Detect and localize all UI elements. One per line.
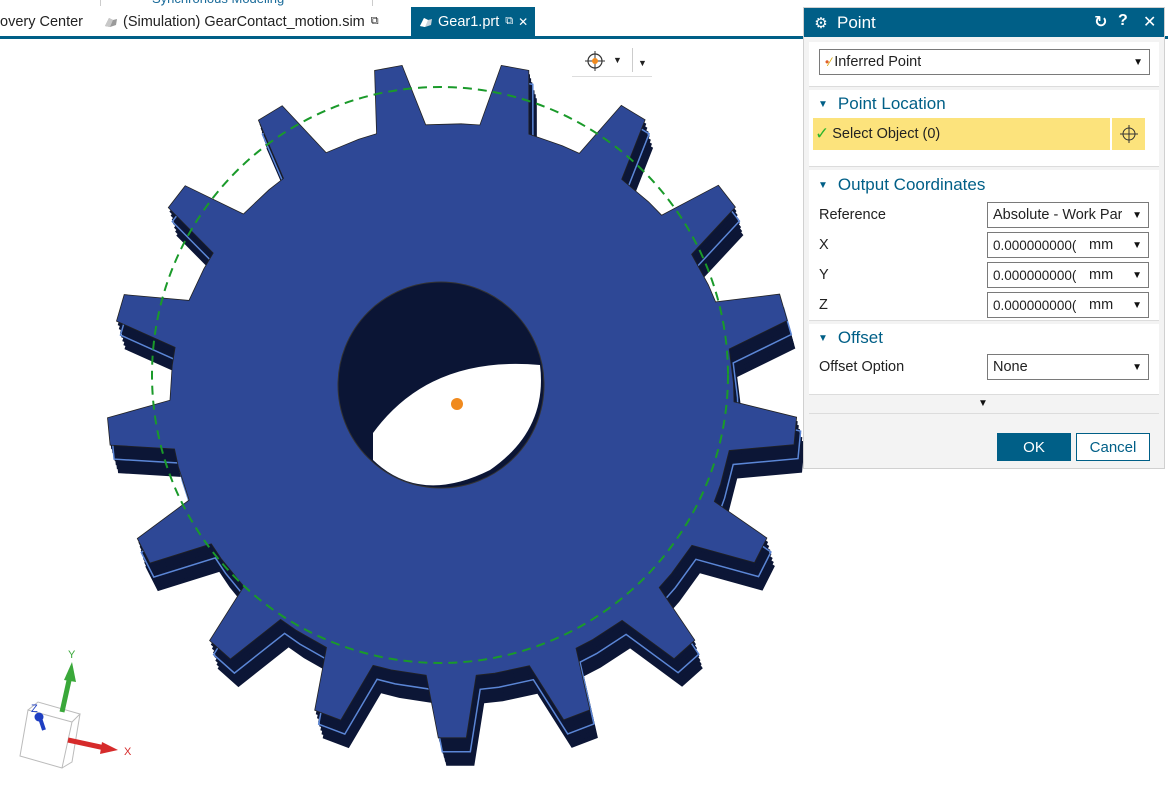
reference-dropdown[interactable]: Absolute - Work Par ▼ <box>987 202 1149 228</box>
offset-option-value: None <box>993 359 1028 375</box>
x-label: X <box>819 237 829 253</box>
dropdown-arrow-icon[interactable]: ▼ <box>1132 270 1142 281</box>
crosshair-icon <box>1119 125 1138 143</box>
reset-button[interactable]: ↻ <box>1094 12 1107 32</box>
point-type-value: Inferred Point <box>834 54 922 70</box>
x-coordinate-row: X 0.000000000( mm ▼ <box>809 230 1159 260</box>
z-coordinate-input[interactable]: 0.000000000( mm ▼ <box>987 292 1149 318</box>
y-coordinate-input[interactable]: 0.000000000( mm ▼ <box>987 262 1149 288</box>
bore-hole <box>337 281 545 489</box>
x-coordinate-input[interactable]: 0.000000000( mm ▼ <box>987 232 1149 258</box>
select-object-row: ✓ Select Object (0) <box>809 118 1159 152</box>
x-unit: mm <box>1089 237 1114 253</box>
reference-row: Reference Absolute - Work Par ▼ <box>809 200 1159 230</box>
section-title: Output Coordinates <box>837 175 986 194</box>
collapse-icon: ▼ <box>818 332 828 344</box>
center-point[interactable] <box>451 398 463 410</box>
toolbar-separator <box>632 48 633 72</box>
z-axis-arrow <box>34 712 46 731</box>
triad-cube <box>19 701 81 769</box>
collapse-icon: ▼ <box>818 179 828 191</box>
toolbar-overflow-caret-icon[interactable]: ▼ <box>638 58 647 68</box>
coordinate-triad: Y X Z <box>19 649 132 769</box>
x-axis-label: X <box>124 746 132 758</box>
point-dialog-snap-button[interactable] <box>1112 118 1145 150</box>
type-section: •⁄ Inferred Point ▼ <box>809 42 1159 87</box>
expand-more-icon: ▼ <box>978 398 988 409</box>
point-location-section: ▼ Point Location ✓ Select Object (0) <box>809 90 1159 167</box>
offset-option-dropdown[interactable]: None ▼ <box>987 354 1149 380</box>
snap-dropdown-caret-icon[interactable]: ▼ <box>613 55 622 65</box>
ok-button[interactable]: OK <box>997 433 1071 461</box>
help-button[interactable]: ? <box>1118 12 1128 30</box>
dropdown-arrow-icon: ▼ <box>1133 57 1143 68</box>
cancel-button[interactable]: Cancel <box>1076 433 1150 461</box>
offset-option-row: Offset Option None ▼ <box>809 352 1159 382</box>
dropdown-arrow-icon[interactable]: ▼ <box>1132 300 1142 311</box>
point-type-dropdown[interactable]: •⁄ Inferred Point ▼ <box>819 49 1150 75</box>
point-location-header[interactable]: ▼ Point Location <box>809 90 1159 118</box>
close-button[interactable]: ✕ <box>1143 12 1156 32</box>
reference-value: Absolute - Work Par <box>993 207 1123 223</box>
offset-section: ▼ Offset Offset Option None ▼ <box>809 324 1159 395</box>
z-coordinate-row: Z 0.000000000( mm ▼ <box>809 290 1159 320</box>
output-coordinates-section: ▼ Output Coordinates Reference Absolute … <box>809 170 1159 321</box>
z-value: 0.000000000( <box>993 297 1077 313</box>
y-axis-arrow <box>59 662 76 713</box>
gear-icon: ⚙ <box>814 14 828 32</box>
section-title: Point Location <box>837 94 946 113</box>
y-axis-label: Y <box>68 649 76 661</box>
dropdown-arrow-icon: ▼ <box>1132 210 1142 221</box>
output-coordinates-header[interactable]: ▼ Output Coordinates <box>809 170 1159 200</box>
z-axis-label: Z <box>31 703 38 715</box>
dropdown-arrow-icon[interactable]: ▼ <box>1132 240 1142 251</box>
more-options-toggle[interactable]: ▼ <box>809 395 1159 414</box>
z-unit: mm <box>1089 297 1114 313</box>
dialog-title: Point <box>837 12 876 32</box>
offset-header[interactable]: ▼ Offset <box>809 324 1159 352</box>
y-coordinate-row: Y 0.000000000( mm ▼ <box>809 260 1159 290</box>
dropdown-arrow-icon: ▼ <box>1132 362 1142 373</box>
y-label: Y <box>819 267 829 283</box>
section-title: Offset <box>837 328 883 347</box>
collapse-icon: ▼ <box>818 98 828 110</box>
select-object-label: Select Object (0) <box>832 126 941 142</box>
view-snap-toolbar: ▼ ▼ <box>572 44 652 77</box>
point-dialog: ⚙ Point ↻ ? ✕ •⁄ Inferred Point ▼ ▼ Poin… <box>803 7 1165 469</box>
y-unit: mm <box>1089 267 1114 283</box>
z-label: Z <box>819 297 828 313</box>
offset-option-label: Offset Option <box>819 359 905 375</box>
y-value: 0.000000000( <box>993 267 1077 283</box>
reference-label: Reference <box>819 207 886 223</box>
point-snap-icon[interactable] <box>584 50 606 72</box>
dialog-title-bar[interactable]: ⚙ Point ↻ ? ✕ <box>804 8 1164 37</box>
select-object-field[interactable]: ✓ Select Object (0) <box>813 118 1110 150</box>
checkmark-icon: ✓ <box>815 124 830 143</box>
x-axis-arrow <box>67 737 118 754</box>
x-value: 0.000000000( <box>993 237 1077 253</box>
